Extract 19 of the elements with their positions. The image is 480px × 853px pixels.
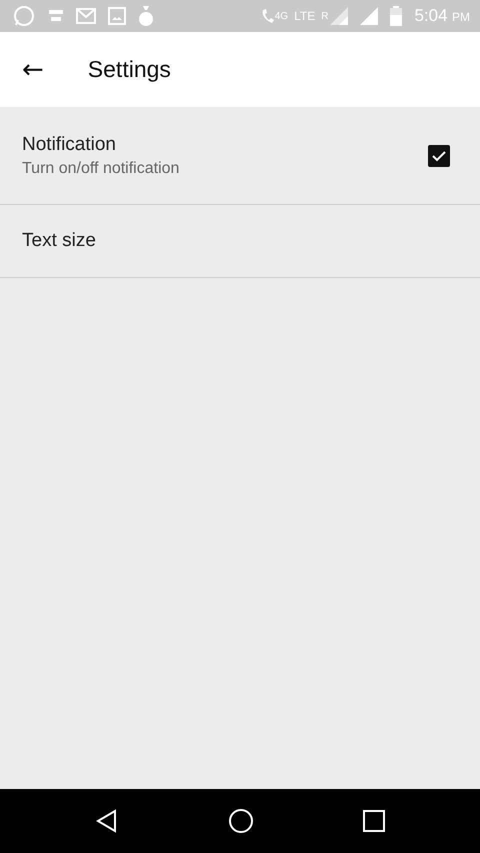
checkbox[interactable] bbox=[428, 144, 450, 166]
signal-icon bbox=[330, 7, 348, 25]
recents-icon[interactable] bbox=[363, 810, 386, 832]
phone-icon bbox=[260, 8, 275, 24]
money-bag-icon bbox=[138, 5, 154, 27]
screen-title: Settings bbox=[88, 56, 171, 83]
back-button[interactable]: ← bbox=[22, 54, 44, 84]
setting-title: Notification bbox=[22, 134, 117, 156]
back-icon[interactable] bbox=[94, 809, 119, 833]
signal-icon bbox=[360, 7, 378, 25]
settings-row[interactable]: Notification Turn on/off notification bbox=[0, 107, 480, 205]
settings-row[interactable]: Text size bbox=[0, 205, 480, 278]
image-icon bbox=[108, 7, 126, 25]
setting-title: Text size bbox=[22, 230, 97, 252]
chat-icon bbox=[12, 4, 36, 28]
setting-summary: Turn on/off notification bbox=[22, 160, 180, 178]
battery-icon bbox=[390, 6, 402, 26]
mail-icon bbox=[76, 8, 96, 24]
home-icon[interactable] bbox=[228, 808, 254, 834]
